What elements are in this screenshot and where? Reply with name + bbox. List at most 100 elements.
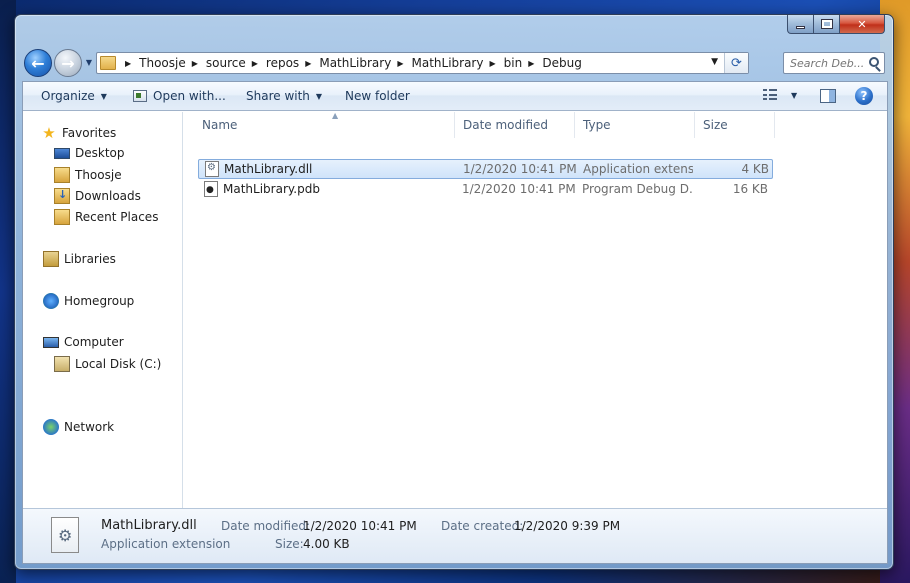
details-view-icon <box>763 89 777 101</box>
close-button[interactable]: ✕ <box>840 15 885 34</box>
details-date-modified-label: Date modified: <box>221 519 311 533</box>
chevron-down-icon[interactable]: ▼ <box>791 91 797 100</box>
forward-button[interactable]: → <box>54 49 82 77</box>
column-header-label: Size <box>703 118 728 132</box>
open-with-button[interactable]: Open with... <box>133 89 226 103</box>
explorer-window: ✕ ← → ▼ ▶ Thoosje ▶ source ▶ repos ▶ Mat… <box>14 14 894 570</box>
share-with-button[interactable]: Share with ▼ <box>246 89 322 103</box>
column-header-type[interactable]: Type <box>575 112 695 138</box>
maximize-button[interactable] <box>814 15 840 34</box>
recent-pages-dropdown[interactable]: ▼ <box>84 58 94 68</box>
search-input[interactable] <box>790 56 866 70</box>
search-box[interactable] <box>783 52 885 74</box>
preview-pane-icon[interactable] <box>820 89 836 103</box>
breadcrumb-separator-icon[interactable]: ▶ <box>125 59 131 68</box>
new-folder-button[interactable]: New folder <box>345 89 410 103</box>
open-with-label: Open with... <box>153 89 226 103</box>
breadcrumb-mathlibrary[interactable]: MathLibrary <box>319 56 391 70</box>
star-icon: ★ <box>42 124 56 142</box>
sidebar-item-network[interactable]: Network <box>43 419 114 435</box>
sidebar-item-libraries[interactable]: Libraries <box>43 251 116 267</box>
sidebar-item-downloads[interactable]: Downloads <box>54 188 141 204</box>
sidebar-item-label: Favorites <box>62 126 117 140</box>
network-icon <box>43 419 59 435</box>
libraries-icon <box>43 251 59 267</box>
sidebar-item-computer[interactable]: Computer <box>43 335 124 349</box>
table-row[interactable]: MathLibrary.pdb 1/2/2020 10:41 PM Progra… <box>198 180 773 200</box>
sidebar-item-homegroup[interactable]: Homegroup <box>43 293 134 309</box>
sidebar-item-local-disk[interactable]: Local Disk (C:) <box>54 356 161 372</box>
column-header-label: Date modified <box>463 118 549 132</box>
refresh-button[interactable]: ⟳ <box>724 53 748 73</box>
column-header-size[interactable]: Size <box>695 112 775 138</box>
breadcrumb-separator-icon[interactable]: ▶ <box>489 59 495 68</box>
computer-icon <box>43 336 59 348</box>
forward-arrow-icon: → <box>61 53 75 73</box>
chevron-down-icon: ▼ <box>100 91 107 101</box>
breadcrumb-repos[interactable]: repos <box>266 56 299 70</box>
breadcrumb-debug[interactable]: Debug <box>542 56 581 70</box>
folder-icon <box>100 56 116 70</box>
new-folder-label: New folder <box>345 89 410 103</box>
details-file-name: MathLibrary.dll <box>101 518 197 533</box>
breadcrumb-thoosje[interactable]: Thoosje <box>139 56 186 70</box>
refresh-icon: ⟳ <box>731 55 742 71</box>
column-header-name[interactable]: Name ▲ <box>194 111 455 138</box>
user-folder-icon <box>54 167 70 183</box>
breadcrumb-separator-icon[interactable]: ▶ <box>252 59 258 68</box>
back-button[interactable]: ← <box>24 49 52 77</box>
sidebar-item-label: Thoosje <box>75 168 122 182</box>
column-header-label: Name <box>202 118 238 132</box>
downloads-icon <box>54 188 70 204</box>
sidebar-item-label: Libraries <box>64 252 116 266</box>
breadcrumb-separator-icon[interactable]: ▶ <box>192 59 198 68</box>
table-row[interactable]: MathLibrary.dll 1/2/2020 10:41 PM Applic… <box>198 159 773 179</box>
column-header-label: Type <box>583 118 611 132</box>
disk-icon <box>54 356 70 372</box>
navigation-pane: ★ Favorites Desktop Thoosje Downloads Re… <box>23 112 183 508</box>
breadcrumb-separator-icon[interactable]: ▶ <box>397 59 403 68</box>
breadcrumb-separator-icon[interactable]: ▶ <box>305 59 311 68</box>
homegroup-icon <box>43 293 59 309</box>
address-bar[interactable]: ▶ Thoosje ▶ source ▶ repos ▶ MathLibrary… <box>96 52 749 74</box>
details-pane: MathLibrary.dll Application extension Da… <box>23 508 887 563</box>
details-size-value: 4.00 KB <box>303 537 350 551</box>
sidebar-item-label: Local Disk (C:) <box>75 357 162 371</box>
sidebar-item-thoosje[interactable]: Thoosje <box>54 167 122 183</box>
file-date-modified: 1/2/2020 10:41 PM <box>463 162 577 176</box>
details-date-created-label: Date created: <box>441 519 524 533</box>
file-size: 4 KB <box>741 162 769 176</box>
help-icon[interactable]: ? <box>855 87 873 105</box>
organize-button[interactable]: Organize ▼ <box>41 89 107 103</box>
sidebar-item-favorites[interactable]: ★ Favorites <box>41 125 116 141</box>
explorer-content: Organize ▼ Open with... Share with ▼ New… <box>22 81 888 564</box>
sort-ascending-icon: ▲ <box>332 111 339 120</box>
column-header-date-modified[interactable]: Date modified <box>455 112 575 138</box>
sidebar-item-label: Downloads <box>75 189 141 203</box>
breadcrumb-source[interactable]: source <box>206 56 246 70</box>
sidebar-item-desktop[interactable]: Desktop <box>54 146 125 160</box>
maximize-icon <box>820 19 833 29</box>
sidebar-item-label: Network <box>64 420 115 434</box>
minimize-button[interactable] <box>787 15 814 34</box>
dll-file-icon <box>205 161 219 177</box>
sidebar-item-label: Computer <box>64 335 124 349</box>
change-view-button[interactable]: ▼ <box>763 89 797 101</box>
breadcrumb-separator-icon[interactable]: ▶ <box>528 59 534 68</box>
close-icon: ✕ <box>857 17 867 31</box>
file-type: Program Debug D... <box>582 182 692 196</box>
desktop-icon <box>54 148 70 159</box>
organize-label: Organize <box>41 89 95 103</box>
breadcrumb-mathlibrary-project[interactable]: MathLibrary <box>411 56 483 70</box>
sidebar-item-recent-places[interactable]: Recent Places <box>54 209 158 225</box>
sidebar-item-label: Desktop <box>75 146 125 160</box>
address-history-dropdown[interactable]: ▼ <box>711 57 718 67</box>
sidebar-item-label: Recent Places <box>75 210 159 224</box>
command-bar: Organize ▼ Open with... Share with ▼ New… <box>23 82 887 111</box>
minimize-icon <box>796 25 805 29</box>
dll-file-icon <box>51 517 79 553</box>
share-with-label: Share with <box>246 89 310 103</box>
file-size: 16 KB <box>732 182 768 196</box>
breadcrumb-bin[interactable]: bin <box>504 56 523 70</box>
search-icon[interactable] <box>869 57 879 67</box>
